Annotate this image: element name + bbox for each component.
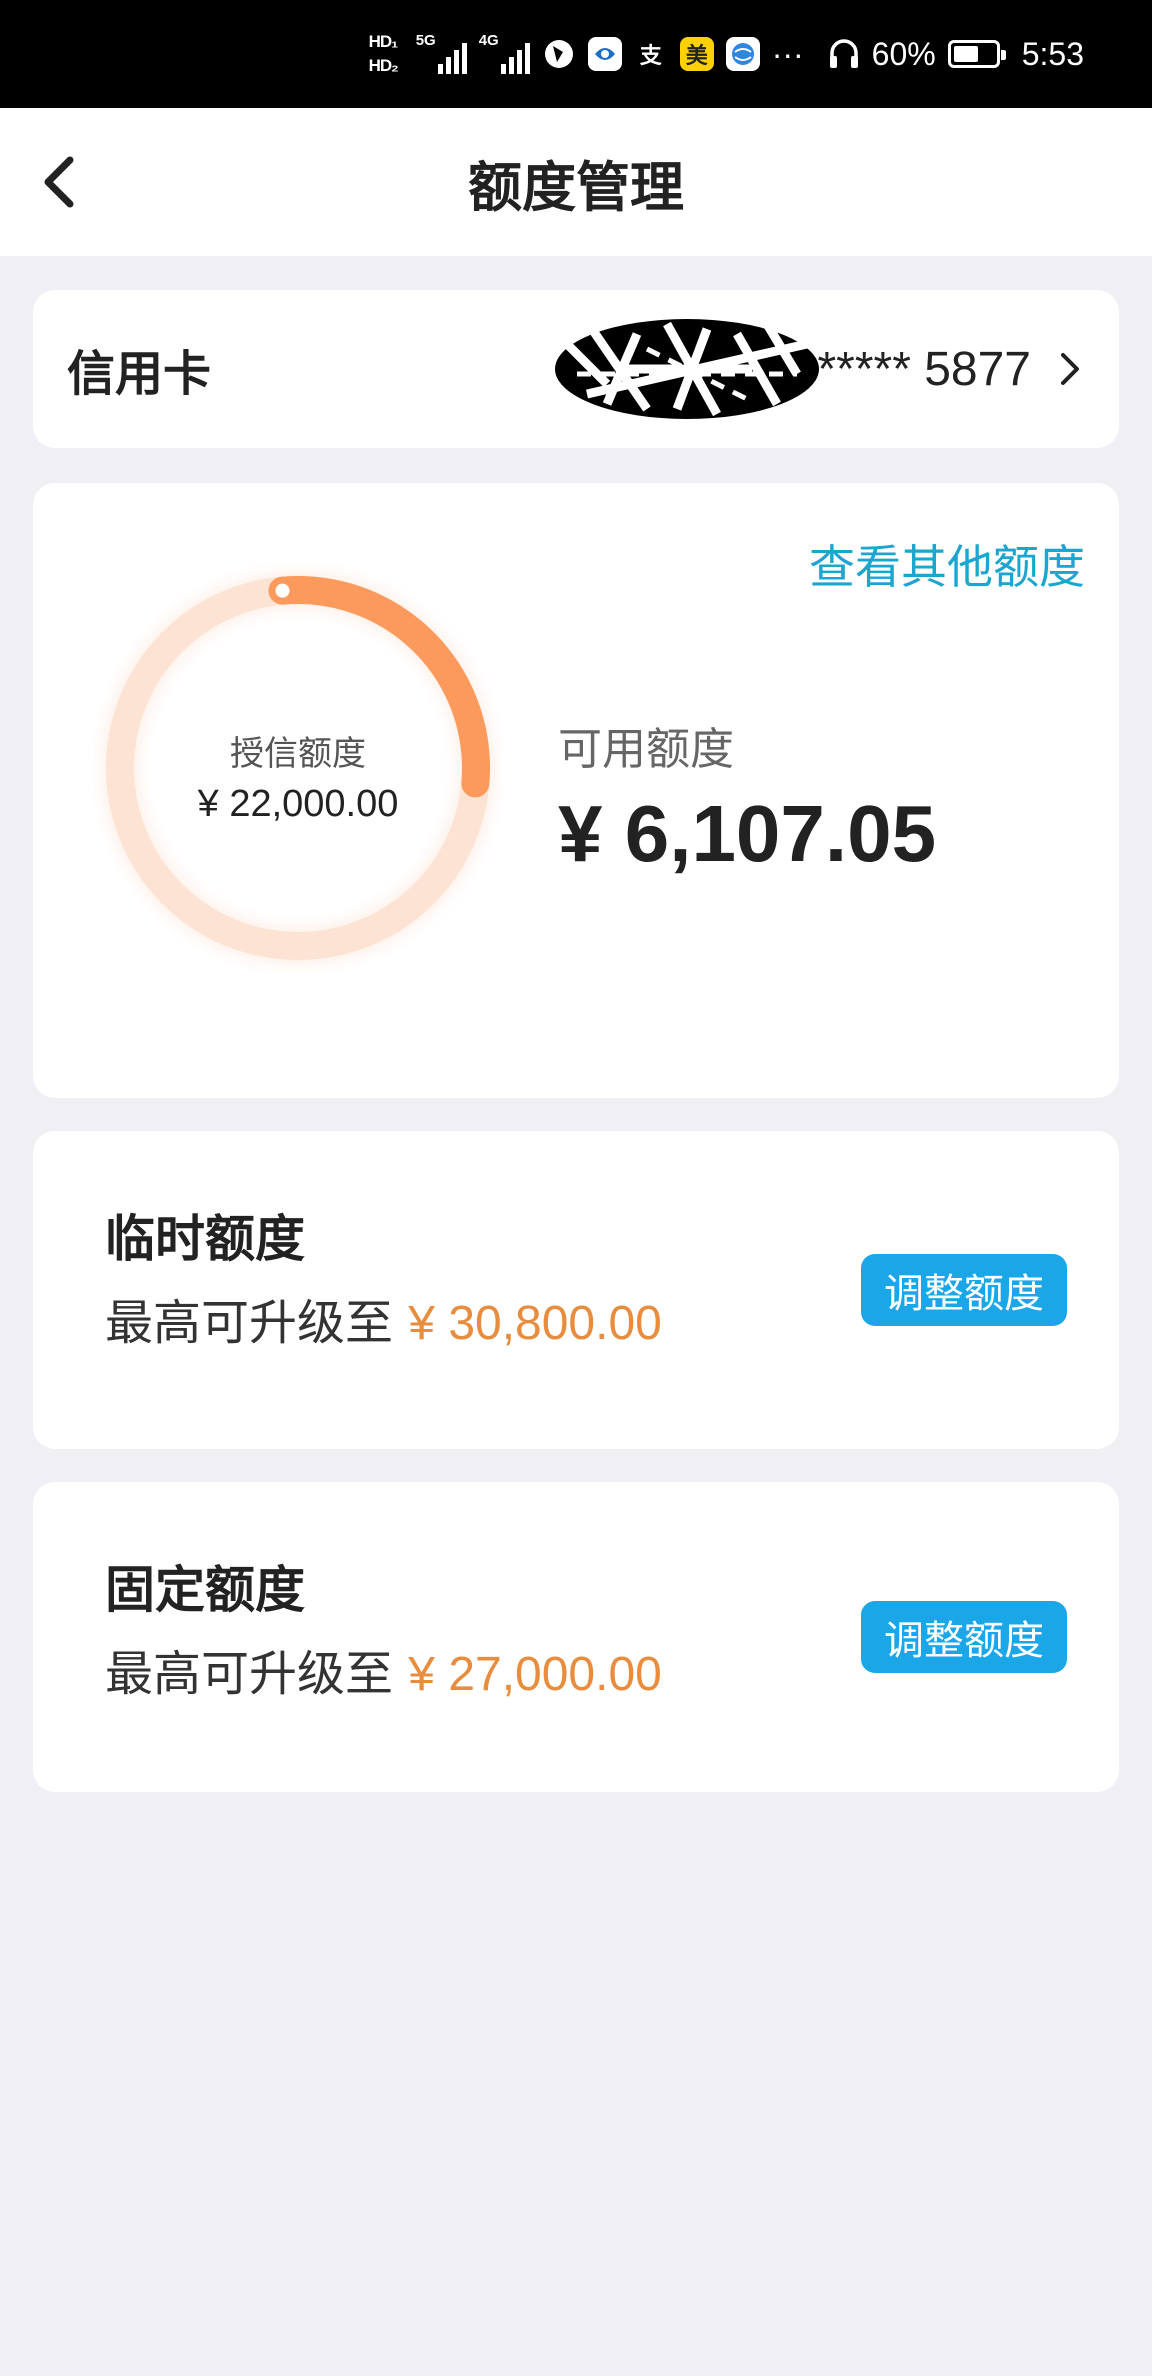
fixed-limit-amount: ¥ 27,000.00 <box>408 1648 662 1701</box>
battery-icon <box>947 40 1006 68</box>
redaction-scribble <box>555 319 820 419</box>
fixed-limit-prefix: 最高可升级至 <box>105 1646 394 1702</box>
temporary-limit-amount: ¥ 30,800.00 <box>408 1297 662 1350</box>
temporary-limit-card: 临时额度 最高可升级至 ¥ 30,800.00 调整额度 <box>33 1131 1119 1449</box>
hd2-label: HD₂ <box>368 56 399 75</box>
chevron-right-icon <box>1059 349 1089 389</box>
hd1-label: HD₁ <box>368 32 399 51</box>
fixed-limit-title: 固定额度 <box>105 1561 305 1619</box>
granted-limit-label: 授信额度 <box>230 734 366 774</box>
hd-voice-indicator: HD₁ HD₂ <box>368 32 399 75</box>
available-limit-label: 可用额度 <box>558 724 734 775</box>
headset-icon <box>828 37 860 71</box>
battery-percent: 60% <box>871 35 936 72</box>
signal-4g-label: 4G <box>478 32 499 49</box>
temporary-limit-desc: 最高可升级至 ¥ 30,800.00 <box>105 1283 662 1353</box>
page-title: 额度管理 <box>468 155 684 219</box>
status-bar-icons: HD₁ HD₂ 5G 4G 支 美 ··· 60% 5:53 <box>369 0 1084 108</box>
available-limit-value: ¥ 6,107.05 <box>558 789 937 878</box>
nav-bar: 额度管理 <box>0 108 1152 256</box>
alipay-icon: 支 <box>634 37 668 71</box>
card-number: ***** 5877 <box>817 342 1031 396</box>
credit-overview-card: 查看其他额度 授信额度 ¥ 22,000.00 可用额度 ¥ 6,107.05 <box>33 483 1119 1098</box>
temporary-limit-prefix: 最高可升级至 <box>105 1295 394 1351</box>
meituan-icon: 美 <box>679 37 714 71</box>
battery-fill <box>953 46 978 62</box>
temporary-limit-title: 临时额度 <box>105 1210 305 1268</box>
adjust-fixed-limit-button[interactable]: 调整额度 <box>861 1601 1067 1673</box>
signal-5g-label: 5G <box>415 32 436 49</box>
browser-icon <box>542 37 576 71</box>
clock: 5:53 <box>1021 35 1084 72</box>
bank-app-icon <box>587 37 622 71</box>
fixed-limit-desc: 最高可升级至 ¥ 27,000.00 <box>105 1634 662 1704</box>
status-bar: HD₁ HD₂ 5G 4G 支 美 ··· 60% 5:53 <box>0 0 1152 108</box>
alipay-glyph: 支 <box>639 43 662 68</box>
fixed-limit-card: 固定额度 最高可升级至 ¥ 27,000.00 调整额度 <box>33 1482 1119 1792</box>
view-other-limits-link[interactable]: 查看其他额度 <box>809 531 1085 597</box>
more-notifications-icon: ··· <box>771 35 804 72</box>
ring-start-dot <box>271 579 294 602</box>
card-selector-right: ***** 5877 <box>547 290 1089 448</box>
meituan-glyph: 美 <box>685 43 708 68</box>
globe-app-icon <box>725 37 760 71</box>
signal-4g-icon: 4G <box>478 32 530 74</box>
adjust-temporary-limit-button[interactable]: 调整额度 <box>861 1254 1067 1326</box>
credit-ring-chart: 授信额度 ¥ 22,000.00 <box>93 563 503 973</box>
granted-limit-value: ¥ 22,000.00 <box>197 783 399 825</box>
card-type-label: 信用卡 <box>67 346 212 402</box>
card-selector[interactable]: 信用卡 ***** 5877 <box>33 290 1119 448</box>
signal-5g-icon: 5G <box>415 32 467 74</box>
